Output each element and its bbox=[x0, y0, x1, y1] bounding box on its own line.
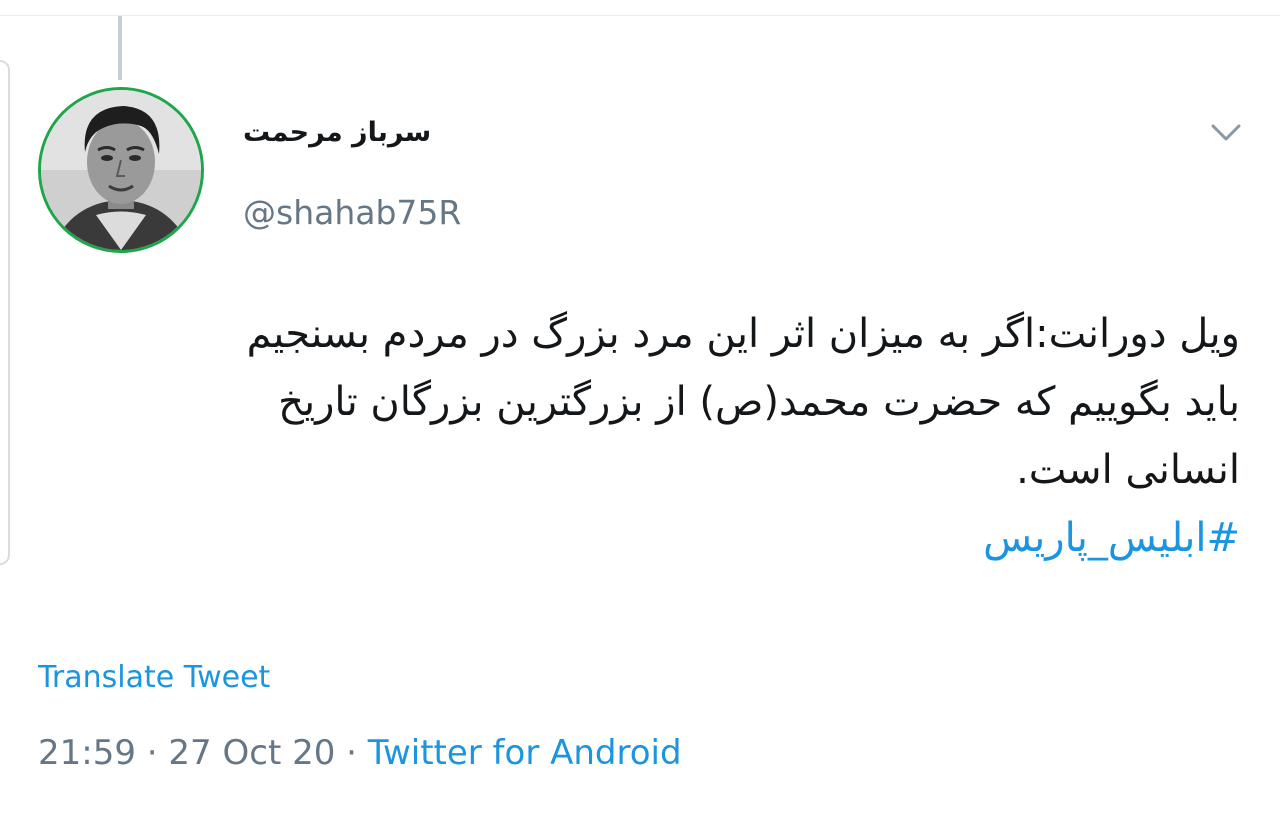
avatar-photo bbox=[41, 90, 201, 250]
author-display-name[interactable]: سرباز مرحمت bbox=[243, 117, 431, 148]
author-handle[interactable]: @shahab75R bbox=[243, 193, 461, 232]
tweet-source-link[interactable]: Twitter for Android bbox=[368, 733, 682, 773]
top-divider bbox=[0, 15, 1280, 16]
tweet-text: ویل دورانت:اگر به میزان اثر این مرد بزرگ… bbox=[40, 300, 1240, 572]
left-panel-edge bbox=[0, 60, 10, 565]
tweet-date[interactable]: 27 Oct 20 bbox=[168, 733, 335, 773]
tweet-time: 21:59 bbox=[38, 733, 136, 773]
tweet-metadata: 21:59 · 27 Oct 20 · Twitter for Android bbox=[38, 733, 682, 773]
chevron-down-icon bbox=[1211, 124, 1241, 141]
thread-connector-line bbox=[118, 16, 122, 80]
tweet-text-line: باید بگوییم که حضرت محمد(ص) از بزرگترین … bbox=[278, 379, 1240, 425]
tweet-text-line: ویل دورانت:اگر به میزان اثر این مرد بزرگ… bbox=[246, 311, 1240, 357]
meta-separator: · bbox=[146, 733, 158, 773]
tweet-text-line: انسانی است. bbox=[1016, 447, 1240, 493]
translate-tweet-link[interactable]: Translate Tweet bbox=[38, 660, 270, 695]
hashtag-link[interactable]: #ابلیس_پاریس bbox=[983, 515, 1240, 561]
tweet-screen: سرباز مرحمت @shahab75R ویل دورانت:اگر به… bbox=[0, 0, 1280, 815]
avatar[interactable] bbox=[38, 87, 204, 253]
meta-separator: · bbox=[346, 733, 357, 773]
tweet-menu-button[interactable] bbox=[1206, 113, 1246, 153]
